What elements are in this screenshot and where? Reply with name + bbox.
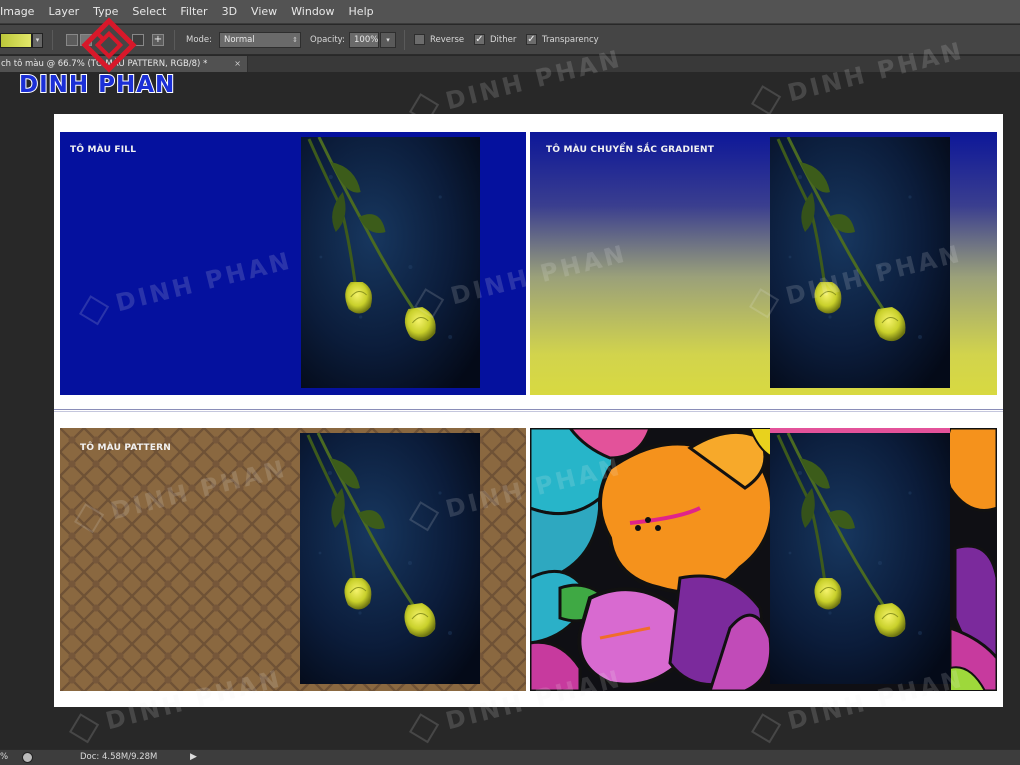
reverse-checkbox[interactable] (414, 34, 425, 45)
pattern-panel-label: TÔ MÀU PATTERN (80, 443, 171, 453)
divider (54, 411, 1003, 412)
flower-photo (770, 433, 950, 684)
opacity-input[interactable]: 100% (349, 32, 379, 48)
dither-checkbox[interactable]: ✓ (474, 34, 485, 45)
play-arrow-icon[interactable]: ▶ (190, 750, 197, 765)
mode-select[interactable]: Normal ⇕ (219, 32, 301, 48)
divider (54, 409, 1003, 410)
watermark-logo-icon (751, 713, 782, 744)
flower-photo (300, 433, 480, 684)
fill-panel: TÔ MÀU FILL (60, 132, 526, 395)
flower-photo (770, 137, 950, 388)
reverse-label: Reverse (430, 35, 465, 45)
gradient-panel: TÔ MÀU CHUYỂN SẮC GRADIENT (530, 132, 997, 395)
dinh-phan-logo-text: DINH PHAN (18, 71, 176, 99)
status-info-icon[interactable] (22, 752, 33, 763)
fill-panel-label: TÔ MÀU FILL (70, 145, 137, 155)
transparency-checkbox[interactable]: ✓ (526, 34, 537, 45)
menu-window[interactable]: Window (284, 0, 341, 24)
options-bar: ▾ + Mode: Normal ⇕ Opacity: 100% ▾ Rever… (0, 25, 1020, 55)
separator (404, 30, 405, 50)
add-gradient-icon[interactable]: + (152, 34, 164, 46)
menu-3d[interactable]: 3D (215, 0, 244, 24)
floral-pattern-panel (530, 428, 997, 691)
menu-help[interactable]: Help (342, 0, 381, 24)
zoom-level[interactable]: % (0, 750, 8, 765)
menu-view[interactable]: View (244, 0, 284, 24)
opacity-dropdown[interactable]: ▾ (380, 32, 396, 48)
watermark-logo-icon (69, 713, 100, 744)
gradient-picker-swatch[interactable] (0, 33, 32, 48)
dither-label: Dither (490, 35, 517, 45)
opacity-label: Opacity: (310, 35, 345, 45)
document-tab-bar: ch tô màu @ 66.7% (TÔ MÀU PATTERN, RGB/8… (0, 56, 1020, 72)
menu-image[interactable]: Image (0, 0, 41, 24)
watermark-logo-icon (409, 713, 440, 744)
flower-photo (301, 137, 480, 388)
close-icon[interactable]: × (234, 56, 241, 72)
menu-filter[interactable]: Filter (173, 0, 214, 24)
document-size: Doc: 4.58M/9.28M (80, 752, 158, 762)
opacity-value: 100% (354, 35, 379, 45)
mode-value: Normal (224, 35, 255, 45)
dinh-phan-logo-mark-icon (81, 17, 137, 73)
status-bar: % Doc: 4.58M/9.28M ▶ (0, 749, 1020, 765)
separator (174, 30, 175, 50)
transparency-label: Transparency (542, 35, 599, 45)
separator (52, 30, 53, 50)
menu-bar: Image Layer Type Select Filter 3D View W… (0, 0, 1020, 24)
gradient-panel-label: TÔ MÀU CHUYỂN SẮC GRADIENT (546, 145, 715, 155)
document-canvas[interactable]: TÔ MÀU FILL TÔ MÀU CHUYỂN SẮC GRADIENT T… (54, 114, 1003, 707)
watermark-logo-icon (751, 85, 782, 116)
gradient-picker-dropdown[interactable]: ▾ (32, 33, 43, 48)
pattern-panel: TÔ MÀU PATTERN (60, 428, 526, 691)
chevron-updown-icon: ⇕ (292, 36, 298, 44)
mode-label: Mode: (186, 35, 213, 45)
